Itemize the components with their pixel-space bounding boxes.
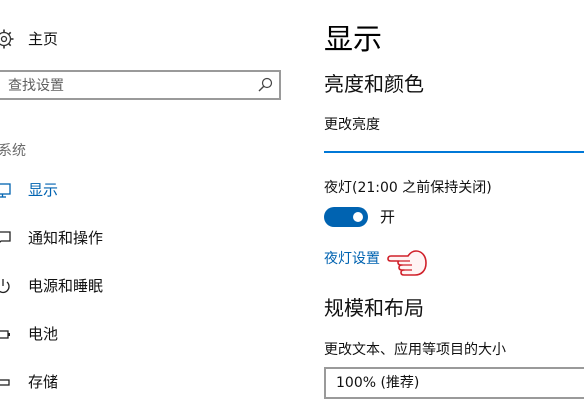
- scale-dropdown[interactable]: 100% (推荐): [324, 367, 584, 399]
- sidebar-item-label: 通知和操作: [28, 229, 104, 247]
- speech-bubble-icon: [0, 231, 11, 243]
- sidebar-item-label: 显示: [28, 181, 59, 199]
- sidebar-item-storage[interactable]: 存储: [0, 368, 260, 396]
- pointing-hand-icon: [387, 250, 427, 276]
- search-placeholder: 查找设置: [8, 78, 64, 94]
- toggle-knob: [353, 212, 363, 222]
- settings-search-input[interactable]: 查找设置: [0, 70, 281, 100]
- night-light-label: 夜灯(21:00 之前保持关闭): [324, 180, 492, 196]
- sidebar-item-label: 电池: [28, 325, 59, 343]
- night-light-settings-link[interactable]: 夜灯设置: [324, 249, 380, 269]
- sidebar-item-power-sleep[interactable]: 电源和睡眠: [0, 272, 260, 300]
- scale-layout-heading: 规模和布局: [324, 296, 424, 320]
- night-light-toggle[interactable]: [324, 207, 368, 227]
- sidebar-group-label: 系统: [0, 143, 26, 159]
- gear-icon: [0, 29, 14, 49]
- monitor-icon: [0, 183, 11, 198]
- sidebar-item-display[interactable]: 显示: [0, 176, 260, 204]
- search-icon[interactable]: [257, 77, 273, 93]
- scale-label: 更改文本、应用等项目的大小: [324, 342, 506, 358]
- change-brightness-label: 更改亮度: [324, 117, 380, 133]
- settings-sidebar: 主页 查找设置 系统 显示 通知和操作 电源和睡眠 电池 存储: [0, 0, 296, 412]
- storage-icon: [0, 379, 10, 386]
- display-settings-pane: 显示 亮度和颜色 更改亮度 夜灯(21:00 之前保持关闭) 开 夜灯设置 规模…: [296, 0, 584, 412]
- sidebar-item-notifications[interactable]: 通知和操作: [0, 224, 260, 252]
- home-label: 主页: [28, 30, 59, 48]
- sidebar-item-battery[interactable]: 电池: [0, 320, 260, 348]
- power-icon: [0, 279, 10, 294]
- brightness-color-heading: 亮度和颜色: [324, 72, 424, 96]
- scale-selected-value: 100% (推荐): [336, 375, 420, 391]
- sidebar-item-label: 电源和睡眠: [28, 277, 104, 295]
- page-title: 显示: [324, 22, 383, 56]
- home-nav-item[interactable]: 主页: [0, 26, 260, 52]
- brightness-slider[interactable]: [324, 151, 584, 153]
- battery-icon: [0, 330, 10, 339]
- sidebar-item-label: 存储: [28, 373, 59, 391]
- toggle-state-label: 开: [380, 208, 396, 226]
